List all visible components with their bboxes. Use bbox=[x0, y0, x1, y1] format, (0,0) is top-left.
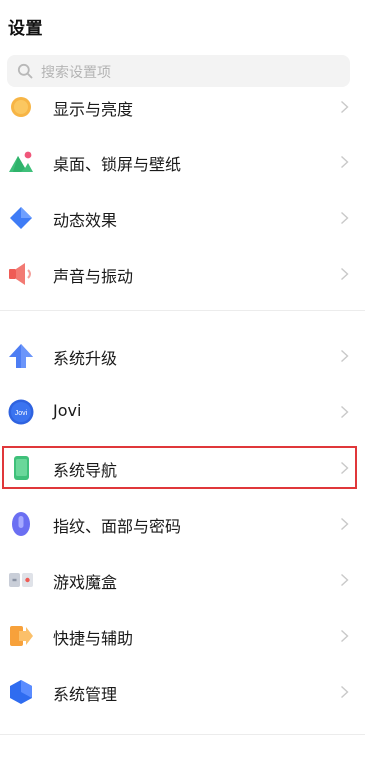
jovi-icon: Jovi bbox=[8, 399, 34, 425]
speaker-icon bbox=[9, 263, 31, 285]
settings-item-label: 系统升级 bbox=[53, 349, 118, 368]
game-box-icon bbox=[9, 573, 33, 587]
settings-item-label: 快捷与辅助 bbox=[53, 629, 134, 648]
chevron-right-icon bbox=[341, 685, 349, 699]
wallpaper-icon bbox=[9, 151, 33, 172]
settings-item-sound[interactable]: 声音与振动 bbox=[0, 250, 365, 298]
settings-item-game-box[interactable]: 游戏魔盒 bbox=[0, 556, 365, 604]
hexagon-icon bbox=[10, 680, 32, 704]
section-divider bbox=[0, 734, 365, 735]
chevron-right-icon bbox=[341, 573, 349, 587]
chevron-right-icon bbox=[341, 349, 349, 363]
settings-item-display[interactable]: 显示与亮度 bbox=[0, 83, 365, 131]
settings-item-label: 游戏魔盒 bbox=[53, 573, 118, 592]
settings-item-label: 系统管理 bbox=[53, 685, 118, 704]
settings-item-animation[interactable]: 动态效果 bbox=[0, 194, 365, 242]
settings-item-label: 动态效果 bbox=[53, 211, 118, 230]
settings-item-label: 指纹、面部与密码 bbox=[53, 517, 182, 536]
settings-item-system-management[interactable]: 系统管理 bbox=[0, 668, 365, 716]
svg-text:Jovi: Jovi bbox=[15, 410, 28, 417]
diamond-icon bbox=[10, 207, 32, 229]
chevron-right-icon bbox=[341, 517, 349, 531]
settings-item-security[interactable]: 指纹、面部与密码 bbox=[0, 500, 365, 548]
highlight-box bbox=[2, 446, 357, 489]
page-title: 设置 bbox=[8, 19, 43, 39]
settings-item-label: 声音与振动 bbox=[53, 267, 134, 286]
chevron-right-icon bbox=[341, 100, 349, 114]
chevron-right-icon bbox=[341, 629, 349, 643]
shortcut-icon bbox=[10, 626, 33, 646]
fingerprint-icon bbox=[12, 512, 30, 536]
settings-item-system-update[interactable]: 系统升级 bbox=[0, 332, 365, 380]
search-placeholder: 搜索设置项 bbox=[41, 65, 111, 81]
chevron-right-icon bbox=[341, 155, 349, 169]
settings-item-jovi[interactable]: Jovi Jovi bbox=[0, 388, 365, 436]
arrow-up-icon bbox=[9, 344, 33, 368]
search-icon bbox=[17, 63, 33, 79]
settings-item-label: 显示与亮度 bbox=[53, 100, 134, 119]
chevron-right-icon bbox=[341, 405, 349, 419]
settings-item-wallpaper[interactable]: 桌面、锁屏与壁纸 bbox=[0, 138, 365, 186]
settings-item-label: Jovi bbox=[53, 401, 82, 420]
sun-icon bbox=[11, 97, 31, 117]
section-divider bbox=[0, 310, 365, 311]
settings-item-label: 桌面、锁屏与壁纸 bbox=[53, 155, 182, 174]
chevron-right-icon bbox=[341, 267, 349, 281]
chevron-right-icon bbox=[341, 211, 349, 225]
settings-item-shortcuts[interactable]: 快捷与辅助 bbox=[0, 612, 365, 660]
